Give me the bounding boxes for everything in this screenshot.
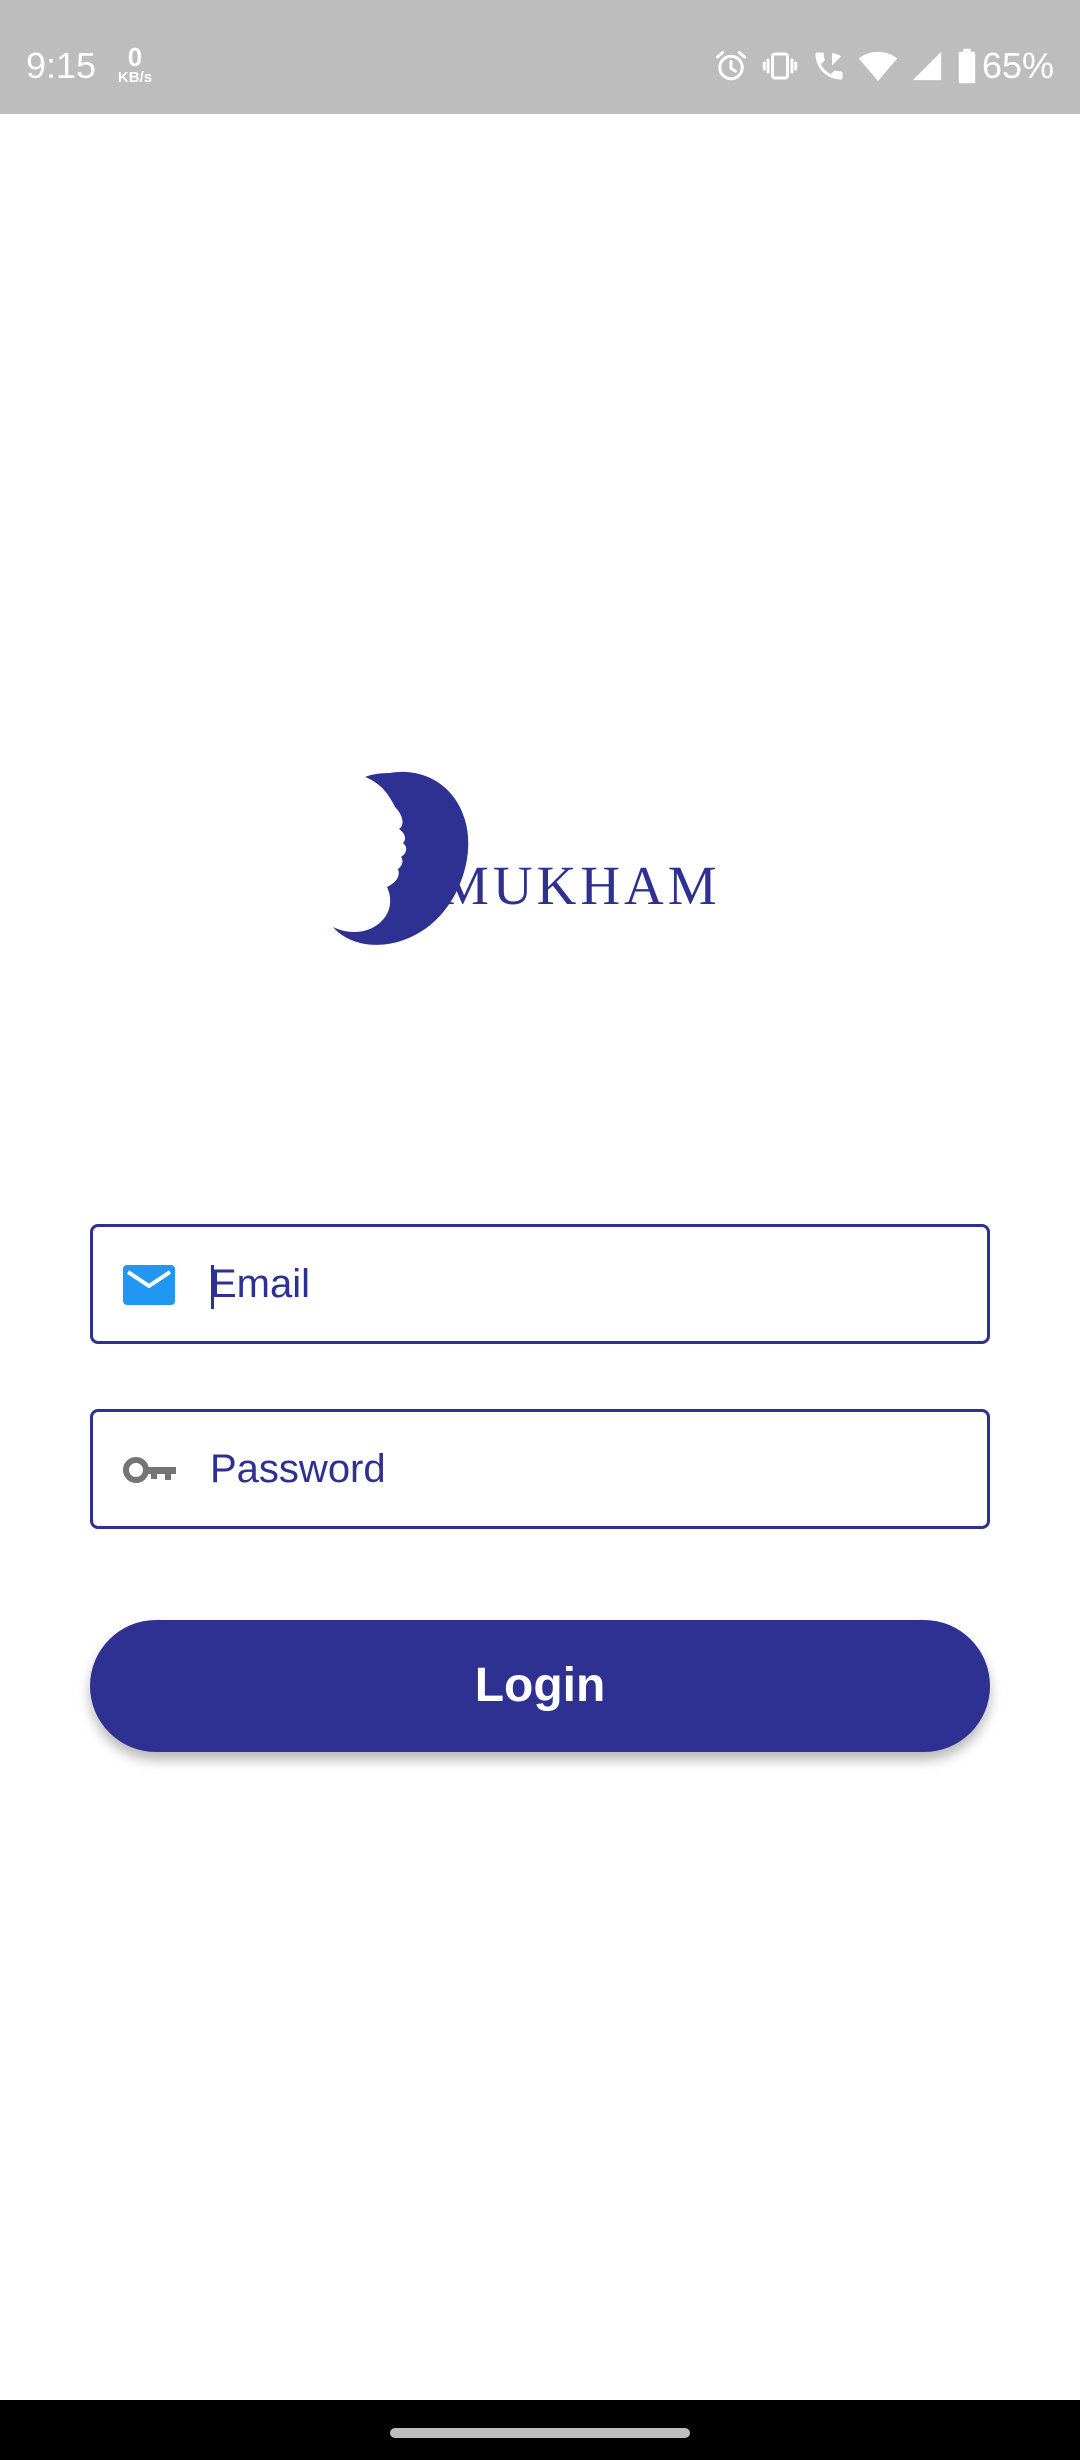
network-speed: 0 KB/s (113, 44, 157, 86)
network-speed-value: 0 (127, 42, 143, 72)
email-input[interactable] (210, 1247, 950, 1321)
app-logo: MUKHAM (325, 765, 755, 965)
password-field[interactable] (90, 1409, 990, 1529)
status-time: 9:15 (26, 45, 97, 86)
key-icon (123, 1450, 179, 1490)
status-icons: 65% (702, 46, 1054, 86)
status-bar: 9:15 0 KB/s 65% (0, 0, 1080, 114)
network-speed-unit: KB/s (117, 69, 153, 86)
wifi-icon (858, 46, 898, 86)
password-input[interactable] (210, 1432, 950, 1506)
logo-text: MUKHAM (440, 855, 721, 916)
battery-percentage: 65% (981, 45, 1054, 86)
login-button[interactable]: Login (90, 1620, 990, 1752)
alarm-icon (711, 46, 751, 86)
email-icon (123, 1265, 179, 1305)
navigation-bar (0, 2400, 1080, 2460)
wifi-calling-icon (809, 46, 849, 86)
text-cursor (211, 1265, 214, 1309)
vibrate-icon (760, 46, 800, 86)
signal-icon (907, 46, 947, 86)
email-field[interactable] (90, 1224, 990, 1344)
home-gesture-handle[interactable] (390, 2428, 690, 2438)
battery-icon (956, 46, 978, 86)
login-screen: 9:15 0 KB/s 65% MUKHAM Email Login (0, 0, 1080, 2460)
